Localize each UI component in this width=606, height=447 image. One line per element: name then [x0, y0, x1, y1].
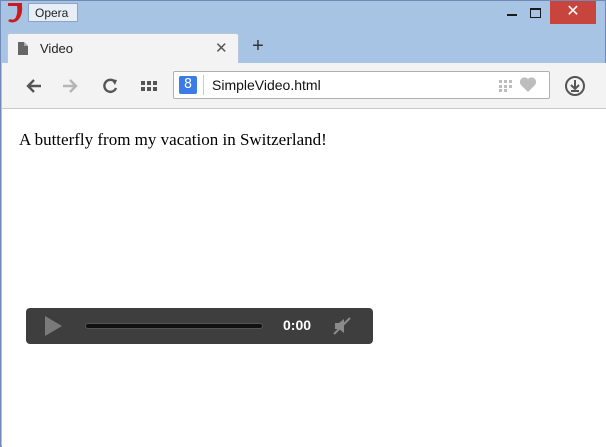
new-tab-button[interactable]: +	[249, 35, 267, 58]
forward-arrow-icon[interactable]	[60, 76, 80, 96]
media-player: 0:00	[26, 308, 373, 344]
title-bar: Opera ✕	[1, 1, 605, 29]
time-display: 0:00	[283, 317, 312, 333]
navigation-toolbar: 8 SimpleVideo.html	[2, 63, 606, 109]
add-to-speed-dial-icon[interactable]	[499, 80, 513, 92]
page-caption: A butterfly from my vacation in Switzerl…	[19, 130, 327, 149]
maximize-button[interactable]	[523, 1, 549, 24]
minimize-icon	[507, 14, 517, 16]
mute-icon[interactable]	[332, 316, 352, 336]
heart-icon[interactable]	[519, 76, 537, 93]
google-search-icon[interactable]: 8	[179, 76, 197, 94]
url-text[interactable]: SimpleVideo.html	[212, 77, 321, 93]
maximize-icon	[530, 8, 541, 18]
address-divider	[203, 75, 204, 95]
page-content: A butterfly from my vacation in Switzerl…	[2, 109, 606, 447]
play-icon[interactable]	[43, 315, 63, 337]
opera-logo-icon	[8, 3, 23, 23]
speed-dial-icon[interactable]	[139, 76, 159, 96]
seek-bar[interactable]	[85, 323, 263, 329]
address-bar[interactable]: 8 SimpleVideo.html	[173, 71, 550, 99]
opera-menu-button[interactable]: Opera	[28, 3, 78, 22]
reload-icon[interactable]	[100, 76, 120, 96]
download-icon[interactable]	[564, 75, 586, 97]
close-window-button[interactable]: ✕	[550, 1, 596, 24]
tab-title: Video	[40, 41, 74, 56]
tab-video[interactable]: Video ✕	[7, 33, 239, 63]
tab-close-button[interactable]: ✕	[215, 39, 228, 57]
close-icon: ✕	[566, 3, 580, 20]
browser-window: Opera ✕ Video ✕ + 8 SimpleVideo.html A b…	[0, 0, 606, 447]
back-arrow-icon[interactable]	[24, 76, 44, 96]
page-icon	[18, 42, 28, 55]
